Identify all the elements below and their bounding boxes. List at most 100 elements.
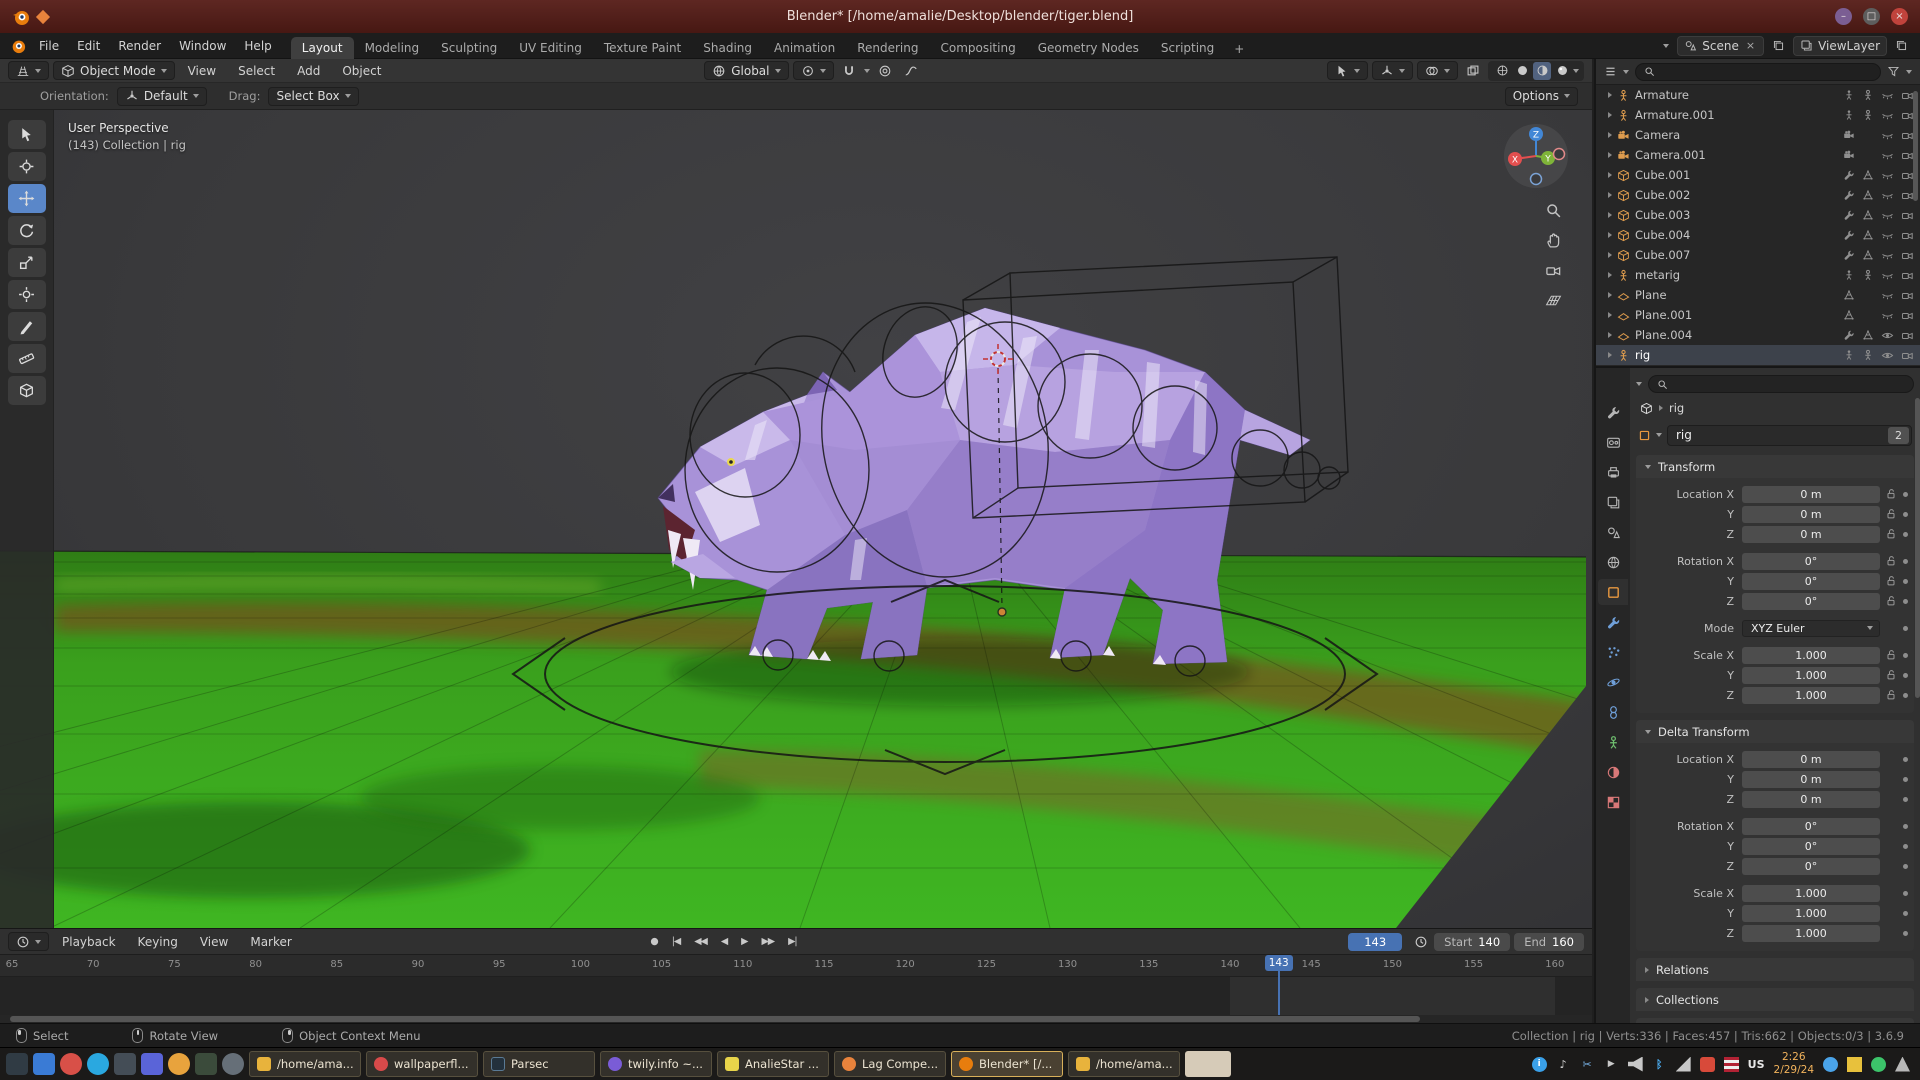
workspace-tab[interactable]: Modeling xyxy=(354,37,431,59)
tray-icon[interactable]: ▶ xyxy=(1604,1057,1619,1072)
viewport-menu-item[interactable]: View xyxy=(179,62,225,80)
taskbar-launcher-icon[interactable] xyxy=(222,1053,244,1075)
tray-icon[interactable] xyxy=(1724,1057,1739,1072)
taskbar-launcher-icon[interactable] xyxy=(141,1053,163,1075)
titlebar[interactable]: Blender* [/home/amalie/Desktop/blender/t… xyxy=(0,0,1920,33)
animate-dot[interactable] xyxy=(1903,653,1908,658)
filter-icon[interactable] xyxy=(1887,65,1900,78)
disable-render-icon[interactable] xyxy=(1901,269,1914,282)
tray-icon[interactable]: i xyxy=(1532,1057,1547,1072)
properties-editor-icon[interactable] xyxy=(1606,374,1621,389)
breadcrumb-object-name[interactable]: rig xyxy=(1669,401,1684,415)
tool-button[interactable] xyxy=(8,184,46,213)
taskbar-launcher-icon[interactable] xyxy=(6,1053,28,1075)
expand-arrow-icon[interactable] xyxy=(1608,132,1612,138)
lock-icon[interactable] xyxy=(1885,575,1897,587)
pivot-point-dropdown[interactable] xyxy=(793,61,834,80)
animate-dot[interactable] xyxy=(1903,911,1908,916)
expand-arrow-icon[interactable] xyxy=(1608,92,1612,98)
playhead[interactable]: 143 xyxy=(1265,955,1293,1015)
tray-icon[interactable] xyxy=(1871,1057,1886,1072)
hide-viewport-icon[interactable] xyxy=(1881,249,1894,262)
animate-dot[interactable] xyxy=(1903,626,1908,631)
taskbar-launcher-icon[interactable] xyxy=(114,1053,136,1075)
collapsed-section-header[interactable]: Relations xyxy=(1636,958,1914,981)
properties-tab[interactable] xyxy=(1598,579,1628,605)
scene-selector[interactable]: Scene × xyxy=(1677,36,1764,56)
taskbar-window-button[interactable]: twily.info ~... xyxy=(600,1051,712,1077)
taskbar-launcher-icon[interactable] xyxy=(195,1053,217,1075)
outliner-row[interactable]: Plane xyxy=(1596,285,1920,305)
tray-icon[interactable]: ✂ xyxy=(1580,1057,1595,1072)
object-id-caret[interactable] xyxy=(1656,433,1662,437)
viewport-menu-item[interactable]: Select xyxy=(229,62,284,80)
timeline-editor-type-selector[interactable] xyxy=(8,932,49,951)
tray-icon[interactable] xyxy=(1700,1057,1715,1072)
timeline-menu-item[interactable]: Marker xyxy=(241,933,300,951)
outliner-item-name[interactable]: Cube.001 xyxy=(1635,168,1690,182)
disable-render-icon[interactable] xyxy=(1901,329,1914,342)
viewlayer-selector[interactable]: ViewLayer xyxy=(1793,36,1887,56)
taskbar-window-button[interactable]: /home/ama... xyxy=(249,1051,361,1077)
hide-viewport-icon[interactable] xyxy=(1881,229,1894,242)
outliner-item-name[interactable]: Camera.001 xyxy=(1635,148,1706,162)
property-value-field[interactable]: 0° xyxy=(1742,553,1880,570)
expand-arrow-icon[interactable] xyxy=(1608,252,1612,258)
outliner-item-name[interactable]: metarig xyxy=(1635,268,1680,282)
workspace-tab[interactable]: Sculpting xyxy=(430,37,508,59)
property-value-field[interactable]: 0 m xyxy=(1742,506,1880,523)
frame-end-field[interactable]: End160 xyxy=(1514,933,1584,951)
outliner-row[interactable]: Camera xyxy=(1596,125,1920,145)
properties-tab[interactable] xyxy=(1598,399,1628,425)
properties-tab[interactable] xyxy=(1598,549,1628,575)
animate-dot[interactable] xyxy=(1903,579,1908,584)
outliner-item-name[interactable]: Cube.002 xyxy=(1635,188,1690,202)
animate-dot[interactable] xyxy=(1903,797,1908,802)
hide-viewport-icon[interactable] xyxy=(1881,129,1894,142)
property-value-field[interactable]: 0 m xyxy=(1742,486,1880,503)
new-scene-icon[interactable] xyxy=(1772,39,1785,52)
lock-icon[interactable] xyxy=(1885,649,1897,661)
properties-tab[interactable] xyxy=(1598,429,1628,455)
hide-viewport-icon[interactable] xyxy=(1881,189,1894,202)
lock-icon[interactable] xyxy=(1885,669,1897,681)
menubar-item[interactable]: Render xyxy=(109,37,170,55)
current-frame-field[interactable]: 143 xyxy=(1348,933,1402,951)
expand-arrow-icon[interactable] xyxy=(1608,212,1612,218)
camera-view-icon[interactable] xyxy=(1545,262,1562,279)
expand-arrow-icon[interactable] xyxy=(1608,112,1612,118)
navigation-gizmo[interactable]: Z X Y xyxy=(1502,122,1570,190)
object-type-visibility-dropdown[interactable] xyxy=(1327,61,1368,80)
property-value-field[interactable]: 0° xyxy=(1742,838,1880,855)
animate-dot[interactable] xyxy=(1903,931,1908,936)
transport-button[interactable]: ◀ xyxy=(716,936,732,947)
tray-icon[interactable]: ᛒ xyxy=(1652,1057,1667,1072)
expand-arrow-icon[interactable] xyxy=(1608,192,1612,198)
disable-render-icon[interactable] xyxy=(1901,309,1914,322)
lock-icon[interactable] xyxy=(1885,508,1897,520)
outliner-row[interactable]: Camera.001 xyxy=(1596,145,1920,165)
mode-selector[interactable]: Object Mode xyxy=(53,61,175,80)
outliner-row[interactable]: Armature xyxy=(1596,85,1920,105)
hide-viewport-icon[interactable] xyxy=(1881,329,1894,342)
tool-button[interactable] xyxy=(8,312,46,341)
window-control-button[interactable]: – xyxy=(1835,8,1852,25)
animate-dot[interactable] xyxy=(1903,693,1908,698)
disable-render-icon[interactable] xyxy=(1901,249,1914,262)
transport-button[interactable]: ◀◀ xyxy=(689,936,712,947)
delta-transform-section-header[interactable]: Delta Transform xyxy=(1636,720,1914,743)
outliner-row[interactable]: Plane.004 xyxy=(1596,325,1920,345)
transform-section-header[interactable]: Transform xyxy=(1636,455,1914,478)
timeline-body[interactable]: 65 70 75 80 85 90 95 100 105 xyxy=(0,955,1592,1024)
hide-viewport-icon[interactable] xyxy=(1881,169,1894,182)
expand-arrow-icon[interactable] xyxy=(1608,292,1612,298)
animate-dot[interactable] xyxy=(1903,891,1908,896)
animate-dot[interactable] xyxy=(1903,532,1908,537)
lock-icon[interactable] xyxy=(1885,595,1897,607)
hide-viewport-icon[interactable] xyxy=(1881,109,1894,122)
outliner-display-caret[interactable] xyxy=(1623,70,1629,74)
workspace-tab[interactable]: Scripting xyxy=(1150,37,1225,59)
taskbar-window-button[interactable]: Lag Compe... xyxy=(834,1051,946,1077)
gizmos-toggle[interactable] xyxy=(1372,61,1413,80)
properties-tab[interactable] xyxy=(1598,609,1628,635)
